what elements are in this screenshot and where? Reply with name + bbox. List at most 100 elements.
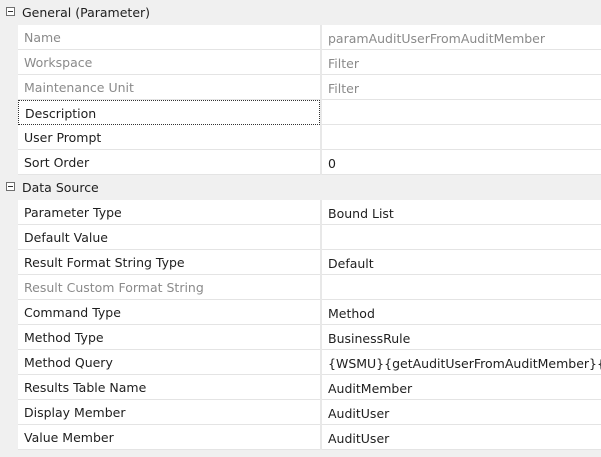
property-name: Results Table Name [24,380,147,395]
property-row[interactable]: Value Member AuditUser [0,425,601,450]
row-margin [0,50,18,75]
property-name-cell[interactable]: Value Member [18,425,320,450]
grid-bottom-fill [0,450,601,457]
property-row[interactable]: Command Type Method [0,300,601,325]
property-row[interactable]: Result Format String Type Default [0,250,601,275]
property-value-cell[interactable]: Bound List [322,200,601,225]
row-margin [0,225,18,250]
property-name-cell[interactable]: Display Member [18,400,320,425]
row-margin [0,350,18,375]
property-value-cell[interactable]: AuditUser [322,425,601,450]
category-fill [322,175,601,200]
property-name: Command Type [24,305,121,320]
property-value-cell[interactable] [322,275,601,300]
property-name-cell[interactable]: Maintenance Unit [18,75,320,100]
property-value-cell[interactable]: BusinessRule [322,325,601,350]
property-value-cell[interactable]: Filter [322,75,601,100]
property-name: Method Type [24,330,104,345]
property-value-cell[interactable] [322,125,601,150]
property-row[interactable]: Name paramAuditUserFromAuditMember [0,25,601,50]
property-value-cell[interactable] [322,100,601,125]
property-value-cell[interactable]: AuditMember [322,375,601,400]
property-name-cell[interactable]: Method Query [18,350,320,375]
property-name-cell[interactable]: Name [18,25,320,50]
property-name: Name [24,30,61,45]
property-value: {WSMU}{getAuditUserFromAuditMember}{} [328,356,601,371]
property-name: User Prompt [24,130,102,145]
property-value: BusinessRule [328,331,411,346]
row-margin [0,325,18,350]
property-value: Filter [328,56,359,71]
property-name: Value Member [24,430,114,445]
row-margin [0,125,18,150]
property-value-cell[interactable] [322,225,601,250]
property-row[interactable]: Results Table Name AuditMember [0,375,601,400]
property-value-cell[interactable]: paramAuditUserFromAuditMember [322,25,601,50]
property-name-cell[interactable]: Result Custom Format String [18,275,320,300]
property-name-cell[interactable]: Description [18,100,320,125]
property-name: Result Format String Type [24,255,185,270]
property-row[interactable]: Method Query {WSMU}{getAuditUserFromAudit… [0,350,601,375]
category-fill [322,0,601,25]
property-name-cell[interactable]: Results Table Name [18,375,320,400]
property-value-cell[interactable]: 0 [322,150,601,175]
property-name-cell[interactable]: Workspace [18,50,320,75]
property-grid: General (Parameter) Name paramAuditUserFro… [0,0,601,457]
property-row[interactable]: User Prompt [0,125,601,150]
property-row[interactable]: Parameter Type Bound List [0,200,601,225]
row-margin [0,25,18,50]
property-name-cell[interactable]: Method Type [18,325,320,350]
property-value: Filter [328,81,359,96]
row-margin [0,425,18,450]
row-margin [0,375,18,400]
property-value: AuditUser [328,431,390,446]
property-name-cell[interactable]: Sort Order [18,150,320,175]
property-value-cell[interactable]: {WSMU}{getAuditUserFromAuditMember}{} [322,350,601,375]
property-name-cell[interactable]: Command Type [18,300,320,325]
property-value: paramAuditUserFromAuditMember [328,31,546,46]
row-margin [0,400,18,425]
collapse-icon[interactable] [6,7,15,16]
property-row[interactable]: Maintenance Unit Filter [0,75,601,100]
category-row[interactable]: Data Source [0,175,601,200]
category-label: General (Parameter) [22,5,151,20]
property-name: Result Custom Format String [24,280,204,295]
property-value-cell[interactable]: Method [322,300,601,325]
row-margin [0,300,18,325]
property-list: General (Parameter) Name paramAuditUserFro… [0,0,601,450]
row-margin [0,75,18,100]
collapse-icon[interactable] [6,182,15,191]
property-row[interactable]: Workspace Filter [0,50,601,75]
property-value: AuditUser [328,406,390,421]
property-name-cell[interactable]: Default Value [18,225,320,250]
property-row[interactable]: Default Value [0,225,601,250]
property-name: Method Query [24,355,113,370]
row-margin [0,100,18,125]
property-row[interactable]: Method Type BusinessRule [0,325,601,350]
property-value-cell[interactable]: AuditUser [322,400,601,425]
property-name: Workspace [24,55,93,70]
property-row[interactable]: Display Member AuditUser [0,400,601,425]
property-name: Parameter Type [24,205,122,220]
category-row[interactable]: General (Parameter) [0,0,601,25]
property-value: 0 [328,156,336,171]
row-margin [0,275,18,300]
property-value: Method [328,306,375,321]
row-margin [0,200,18,225]
property-value-cell[interactable]: Default [322,250,601,275]
row-margin [0,150,18,175]
property-value: Bound List [328,206,394,221]
property-name-cell[interactable]: Result Format String Type [18,250,320,275]
property-row[interactable]: Result Custom Format String [0,275,601,300]
property-name: Description [25,106,97,121]
property-name: Default Value [24,230,108,245]
category-label: Data Source [22,180,99,195]
property-name-cell[interactable]: User Prompt [18,125,320,150]
property-row[interactable]: Description [0,100,601,125]
property-row[interactable]: Sort Order 0 [0,150,601,175]
property-name: Display Member [24,405,126,420]
property-name-cell[interactable]: Parameter Type [18,200,320,225]
property-value-cell[interactable]: Filter [322,50,601,75]
property-value: Default [328,256,374,271]
property-name: Sort Order [24,155,90,170]
